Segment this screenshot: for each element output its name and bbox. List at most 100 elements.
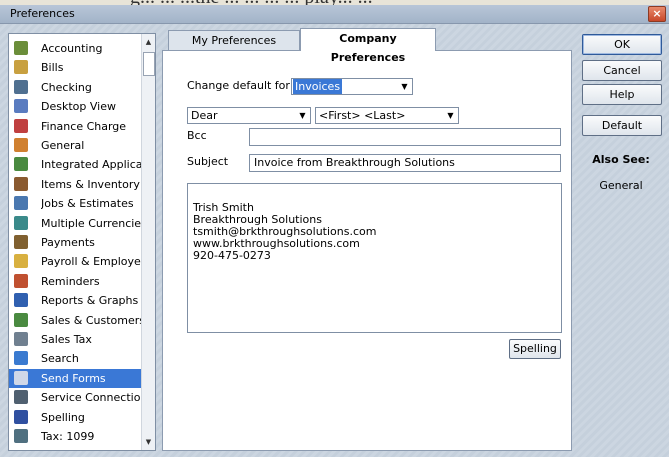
sidebar-item-multiple-currencies[interactable]: Multiple Currencies — [9, 214, 141, 233]
title-bar: Preferences × — [0, 5, 669, 24]
help-button-label: Help — [609, 88, 635, 101]
change-default-value: Invoices — [293, 79, 343, 94]
subject-label: Subject — [187, 155, 229, 168]
checking-icon — [14, 79, 28, 94]
sidebar-item-label: Service Connection — [41, 391, 141, 405]
ok-button-label: OK — [614, 38, 630, 51]
tab-my-preferences-label: My Preferences — [191, 34, 277, 47]
change-default-label: Change default for — [187, 79, 290, 92]
sidebar-item-reminders[interactable]: Reminders — [9, 272, 141, 291]
sidebar-item-sales-tax[interactable]: Sales Tax — [9, 330, 141, 349]
sidebar-item-spelling[interactable]: Spelling — [9, 408, 141, 427]
also-see-general-link[interactable]: General — [582, 179, 660, 192]
sidebar-item-bills[interactable]: Bills — [9, 58, 141, 77]
integrated-apps-icon — [14, 157, 28, 172]
cancel-button-label: Cancel — [603, 64, 641, 77]
payroll-icon — [14, 254, 28, 269]
subject-field[interactable]: Invoice from Breakthrough Solutions — [249, 154, 561, 172]
sidebar-item-tax-1099[interactable]: Tax: 1099 — [9, 427, 141, 446]
email-body-line: 920-475-0273 — [193, 249, 271, 262]
preference-category-list[interactable]: Accounting Bills Checking Desktop View Finan… — [8, 33, 156, 451]
scroll-up-arrow-icon[interactable]: ▲ — [142, 36, 155, 48]
sidebar-item-label: Sales Tax — [41, 333, 92, 346]
sidebar-item-label: Spelling — [41, 410, 85, 424]
sidebar-item-label: Payroll & Employees — [41, 255, 141, 269]
close-button[interactable]: × — [648, 6, 666, 22]
sidebar-item-label: Integrated Applicatio — [41, 158, 141, 172]
sidebar-item-accounting[interactable]: Accounting — [9, 39, 141, 58]
sidebar-item-label: Bills — [41, 61, 64, 75]
cancel-button[interactable]: Cancel — [582, 60, 662, 81]
company-preferences-panel: Change default for Invoices ▼ Dear ▼ <Fi… — [162, 50, 572, 451]
sidebar-item-label: Items & Inventory — [41, 177, 140, 191]
accounting-icon — [14, 41, 28, 55]
default-button-label: Default — [601, 119, 643, 132]
sidebar-item-label: Tax: 1099 — [41, 430, 95, 443]
greeting-dropdown[interactable]: Dear ▼ — [187, 107, 311, 124]
sidebar-item-label: Reminders — [41, 274, 100, 288]
spelling-icon — [14, 409, 28, 424]
sidebar-item-label: Reports & Graphs — [41, 294, 139, 308]
help-button[interactable]: Help — [582, 84, 662, 105]
send-forms-icon — [14, 370, 28, 385]
general-icon — [14, 138, 28, 152]
sidebar-item-finance-charge[interactable]: Finance Charge — [9, 117, 141, 136]
items-inventory-icon — [14, 176, 28, 191]
dropdown-arrow-icon: ▼ — [447, 111, 454, 120]
sidebar-item-reports-graphs[interactable]: Reports & Graphs — [9, 291, 141, 310]
reports-graphs-icon — [14, 293, 28, 308]
bcc-field[interactable] — [249, 128, 561, 146]
bcc-label: Bcc — [187, 129, 207, 142]
sidebar-item-search[interactable]: Search — [9, 349, 141, 368]
window-title: Preferences — [10, 7, 75, 20]
subject-value: Invoice from Breakthrough Solutions — [254, 156, 455, 169]
scroll-down-arrow-icon[interactable]: ▼ — [142, 436, 155, 448]
bills-icon — [14, 60, 28, 75]
sidebar-item-label: Search — [41, 352, 79, 366]
sidebar-item-service-connection[interactable]: Service Connection — [9, 388, 141, 407]
tab-company-preferences-label: Company Preferences — [330, 32, 406, 64]
sidebar-item-checking[interactable]: Checking — [9, 78, 141, 97]
sidebar-item-payments[interactable]: Payments — [9, 233, 141, 252]
email-body-textarea[interactable]: Trish Smith Breakthrough Solutions tsmit… — [187, 183, 562, 333]
desktop-view-icon — [14, 99, 28, 114]
sidebar-item-label: Multiple Currencies — [41, 216, 141, 230]
spelling-button-label: Spelling — [513, 342, 557, 355]
ok-button[interactable]: OK — [582, 34, 662, 55]
sidebar-item-integrated-applicatio[interactable]: Integrated Applicatio — [9, 155, 141, 174]
sidebar-item-items-inventory[interactable]: Items & Inventory — [9, 175, 141, 194]
sidebar-item-label: Checking — [41, 80, 92, 94]
finance-charge-icon — [14, 118, 28, 133]
jobs-estimates-icon — [14, 196, 28, 211]
sidebar-item-label: Finance Charge — [41, 119, 127, 133]
sidebar-item-label: Accounting — [41, 42, 103, 55]
sidebar-item-jobs-estimates[interactable]: Jobs & Estimates — [9, 194, 141, 213]
sidebar-item-label: General — [41, 139, 85, 152]
sidebar-item-label: Sales & Customers — [41, 313, 141, 327]
sidebar-item-sales-customers[interactable]: Sales & Customers — [9, 311, 141, 330]
sidebar-item-label: Send Forms — [41, 371, 106, 385]
scroll-thumb[interactable] — [143, 52, 155, 76]
default-button[interactable]: Default — [582, 115, 662, 136]
sidebar-item-send-forms[interactable]: Send Forms — [9, 368, 141, 388]
spelling-button[interactable]: Spelling — [509, 339, 561, 359]
sidebar-item-payroll-employees[interactable]: Payroll & Employees — [9, 252, 141, 271]
search-icon — [14, 351, 28, 366]
sidebar-item-label: Payments — [41, 236, 95, 249]
sidebar-item-label: Jobs & Estimates — [41, 197, 134, 211]
sidebar-item-desktop-view[interactable]: Desktop View — [9, 97, 141, 116]
name-format-dropdown[interactable]: <First> <Last> ▼ — [315, 107, 459, 124]
name-format-value: <First> <Last> — [319, 109, 406, 122]
list-scrollbar[interactable]: ▲ ▼ — [141, 34, 155, 450]
reminders-icon — [14, 273, 28, 288]
tab-my-preferences[interactable]: My Preferences — [168, 30, 300, 51]
dialog-body: Accounting Bills Checking Desktop View Finan… — [0, 24, 669, 457]
dropdown-arrow-icon: ▼ — [299, 111, 306, 120]
sales-tax-icon — [14, 332, 28, 346]
tab-company-preferences[interactable]: Company Preferences — [300, 28, 436, 64]
currencies-icon — [14, 215, 28, 230]
change-default-dropdown[interactable]: Invoices ▼ — [291, 78, 413, 95]
greeting-value: Dear — [191, 109, 218, 122]
tax-1099-icon — [14, 429, 28, 443]
sidebar-item-general[interactable]: General — [9, 136, 141, 155]
